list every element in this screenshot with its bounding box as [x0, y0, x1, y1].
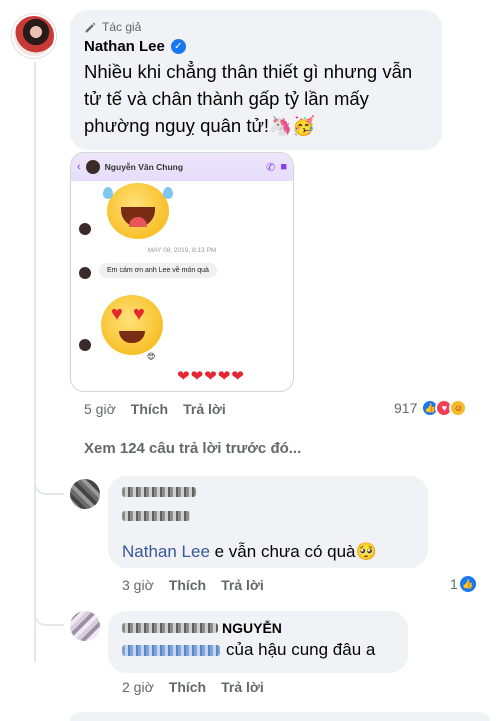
reply-time[interactable]: 2 giờ [122, 679, 154, 695]
comment-actions: 5 giờ Thích Trả lời [84, 401, 241, 417]
sender-mini-avatar [79, 267, 91, 279]
blurred-name [122, 623, 218, 633]
like-button[interactable]: Thích [131, 401, 168, 417]
message-bubble: Em cám ơn anh Lee về món quà [99, 263, 217, 278]
reply-author-name[interactable]: NGUYỄN [222, 620, 282, 636]
next-comment-bubble [70, 712, 490, 721]
reaction-summary[interactable]: 917 👍 ♥ ☺ [394, 399, 468, 417]
pencil-icon [85, 22, 96, 32]
mention-link[interactable]: Nathan Lee [122, 542, 210, 561]
blurred-name [122, 487, 196, 497]
messenger-header: ‹ Nguyễn Văn Chung ✆ ■ [71, 153, 293, 181]
reply-bubble: Nathan Lee e vẫn chưa có quà🥺 [108, 476, 428, 568]
reply-avatar[interactable] [70, 611, 100, 641]
reply-avatar[interactable] [70, 479, 100, 509]
reply-button[interactable]: Trả lời [183, 401, 226, 417]
phone-icon: ✆ [266, 161, 276, 174]
comment-time[interactable]: 5 giờ [84, 401, 116, 417]
blurred-text [122, 511, 190, 521]
reply-button[interactable]: Trả lời [221, 577, 264, 593]
laughing-emoji-icon [103, 183, 173, 239]
thread-line [34, 62, 36, 662]
contact-avatar [85, 160, 100, 174]
reply-time[interactable]: 3 giờ [122, 577, 154, 593]
view-previous-replies[interactable]: Xem 124 câu trả lời trước đó... [84, 440, 301, 457]
reply-text: của hậu cung đâu a [226, 640, 376, 659]
author-badge: Tác giả [84, 20, 428, 34]
author-avatar[interactable] [12, 14, 56, 58]
video-icon: ■ [280, 161, 287, 173]
sender-mini-avatar [79, 339, 91, 351]
attached-screenshot[interactable]: ‹ Nguyễn Văn Chung ✆ ■ MAY 08, 2019, 8:1… [70, 152, 294, 392]
like-button[interactable]: Thích [169, 679, 206, 695]
comment-text: Nhiều khi chẳng thân thiết gì nhưng vẫn … [84, 61, 413, 136]
reply-button[interactable]: Trả lời [221, 679, 264, 695]
reply-actions: 2 giờ Thích Trả lời [122, 679, 279, 695]
thread-connector [34, 470, 64, 495]
care-icon: ☺ [449, 399, 468, 417]
author-badge-label: Tác giả [102, 20, 142, 34]
like-button[interactable]: Thích [169, 577, 206, 593]
verified-badge-icon: ✓ [170, 39, 186, 54]
like-icon: 👍 [457, 574, 478, 594]
contact-name: Nguyễn Văn Chung [104, 162, 184, 172]
reply-actions: 3 giờ Thích Trả lời [122, 577, 279, 593]
author-name[interactable]: Nathan Lee [84, 38, 165, 55]
reply-bubble: NGUYỄN của hậu cung đâu a [108, 611, 408, 673]
message-date: MAY 08, 2019, 8:13 PM [147, 247, 217, 254]
reaction-icon: 😍 [147, 352, 156, 361]
hearts-row: ❤❤❤❤❤ [177, 368, 245, 385]
heart-eyes-emoji-icon: ♥ ♥ [101, 295, 163, 355]
reaction-count: 917 [394, 400, 418, 416]
reply-text: Nathan Lee e vẫn chưa có quà🥺 [122, 542, 377, 561]
reply-reaction-summary[interactable]: 1 👍 [450, 574, 478, 594]
main-comment-bubble: Tác giả Nathan Lee ✓ Nhiều khi chẳng thâ… [70, 10, 442, 150]
thread-connector [34, 590, 64, 626]
blurred-mention [122, 644, 220, 656]
back-icon: ‹ [77, 161, 81, 173]
reaction-count: 1 [450, 576, 458, 592]
sender-mini-avatar [79, 223, 91, 235]
